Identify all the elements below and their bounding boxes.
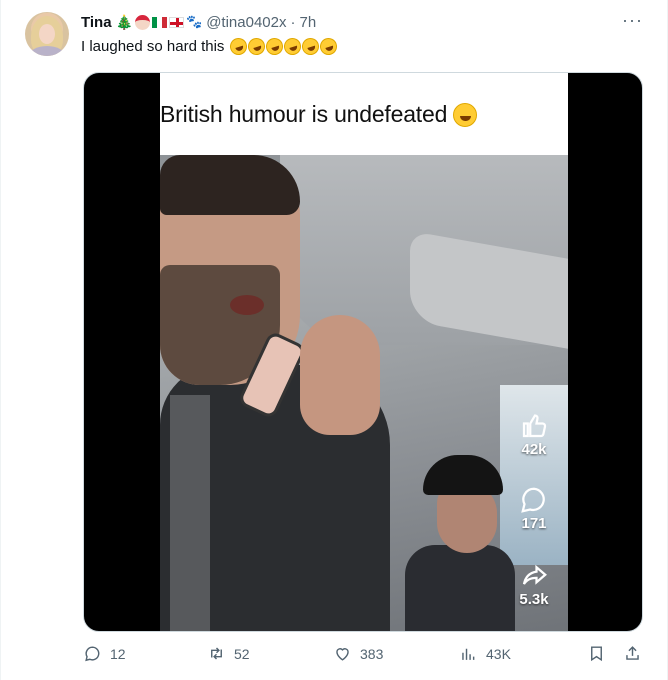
share-arrow-icon (522, 564, 547, 585)
reply-icon (85, 646, 100, 662)
overlay-like: 42k (508, 411, 560, 458)
reply-button[interactable]: 12 (83, 644, 126, 663)
repost-count: 52 (234, 645, 250, 662)
timestamp[interactable]: 7h (299, 14, 316, 31)
passenger (405, 455, 515, 631)
bookmark-icon (591, 646, 602, 662)
more-options-icon[interactable]: ··· (622, 10, 643, 31)
avatar[interactable] (25, 12, 69, 56)
laugh-emojis (228, 35, 340, 58)
comment-bubble-icon (521, 487, 545, 513)
tweet-text-content: I laughed so hard this (81, 38, 225, 55)
repost-icon (211, 647, 222, 660)
video-player[interactable]: British humour is undefeated 42k 171 5.3… (83, 72, 643, 632)
rolling-laughing-icon (318, 35, 340, 58)
overlay-share-count: 5.3k (519, 591, 549, 608)
rolling-laughing-icon (282, 35, 304, 58)
video-caption-band: British humour is undefeated (160, 73, 568, 155)
video-caption: British humour is undefeated (160, 101, 478, 128)
santa-icon (135, 14, 151, 30)
reply-count: 12 (110, 645, 126, 662)
rolling-laughing-icon (228, 35, 250, 58)
view-count: 43K (486, 645, 511, 662)
tweet-actions: 12 52 383 43K (83, 644, 643, 670)
like-count: 383 (360, 645, 384, 662)
meta-separator: · (290, 13, 296, 31)
hand (300, 315, 380, 435)
like-button[interactable]: 383 (333, 644, 383, 663)
grinning-sweat-icon (453, 103, 478, 128)
overlay-like-count: 42k (521, 441, 547, 458)
christmas-tree-icon: 🎄 (115, 13, 134, 30)
tweet-card[interactable]: Tina 🎄 🐾 @tina0402x · 7h ··· I laughed s… (0, 0, 668, 680)
paw-prints-icon: 🐾 (186, 14, 203, 29)
tweet-text: I laughed so hard this (81, 35, 340, 58)
views-button[interactable]: 43K (459, 644, 511, 663)
overlay-comment-count: 171 (521, 515, 547, 532)
overlay-comments: 171 (508, 485, 560, 532)
overlay-shares: 5.3k (508, 561, 560, 608)
heart-icon (336, 648, 349, 661)
video-frame[interactable]: British humour is undefeated 42k 171 5.3… (160, 73, 568, 631)
rolling-laughing-icon (300, 35, 322, 58)
author-name[interactable]: Tina (81, 14, 112, 31)
england-flag-icon (169, 16, 185, 28)
video-scene (160, 155, 568, 631)
share-button[interactable] (623, 644, 642, 663)
rolling-laughing-icon (246, 35, 268, 58)
tweet-header: Tina 🎄 🐾 @tina0402x · 7h (81, 12, 316, 32)
avatar-face (39, 24, 55, 44)
share-upload-icon (626, 646, 639, 660)
author-handle[interactable]: @tina0402x (206, 14, 286, 31)
author-badges: 🎄 🐾 (115, 13, 203, 31)
italy-flag-icon (152, 16, 168, 28)
bookmark-button[interactable] (587, 644, 606, 663)
rolling-laughing-icon (264, 35, 286, 58)
analytics-bars-icon (462, 648, 475, 660)
thumbs-up-icon (522, 414, 547, 438)
repost-button[interactable]: 52 (207, 644, 250, 663)
